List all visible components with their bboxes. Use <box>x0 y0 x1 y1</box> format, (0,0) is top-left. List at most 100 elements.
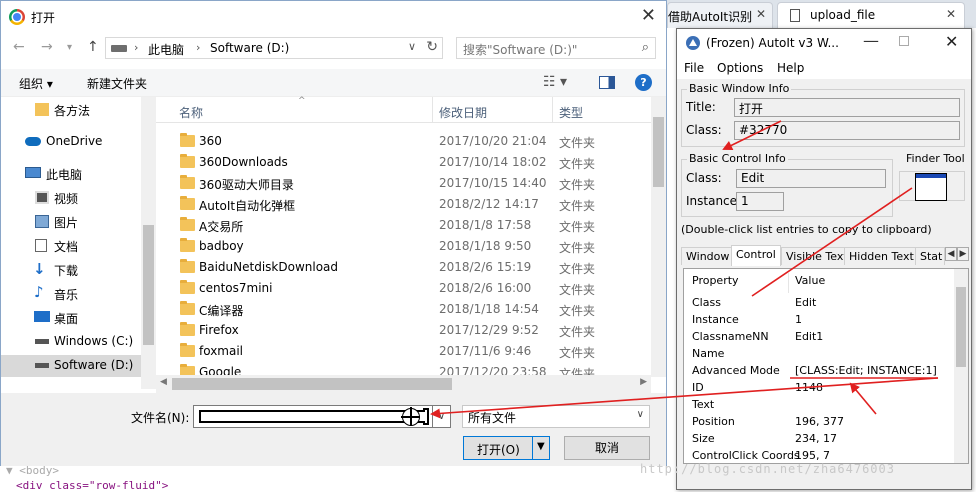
browser-tab-upload-file[interactable]: upload_file ✕ <box>777 2 965 28</box>
close-icon[interactable]: ✕ <box>756 7 766 21</box>
nav-item-this-pc[interactable]: 此电脑 <box>1 163 141 185</box>
tab-status[interactable]: Stat <box>915 247 945 265</box>
nav-item-desktop[interactable]: 桌面 <box>1 307 141 329</box>
preview-pane-icon[interactable] <box>599 76 615 89</box>
search-input[interactable]: 搜索"Software (D:)" ⌕ <box>456 37 656 59</box>
list-item[interactable]: Name <box>684 346 954 363</box>
control-instance-field[interactable]: 1 <box>736 192 784 211</box>
file-row[interactable]: A交易所 2018/1/8 17:58 文件夹 <box>156 215 651 236</box>
tab-hidden-text[interactable]: Hidden Text <box>844 247 919 265</box>
forward-arrow-icon[interactable]: → <box>41 39 53 55</box>
scrollbar-thumb[interactable] <box>172 378 452 390</box>
dialog-title-bar[interactable]: 打开 ✕ <box>1 1 666 33</box>
column-header-date[interactable]: 修改日期 <box>439 104 487 121</box>
back-arrow-icon[interactable]: ← <box>13 39 25 55</box>
tab-scroll-arrows[interactable]: ◀ ▶ <box>945 247 971 261</box>
close-icon[interactable]: ✕ <box>641 5 656 26</box>
cancel-button[interactable]: 取消 <box>564 436 650 460</box>
minimize-icon[interactable]: — <box>863 31 879 50</box>
chevron-right-icon[interactable]: › <box>134 41 138 54</box>
scroll-right-icon[interactable]: ▶ <box>957 247 969 261</box>
nav-item-videos[interactable]: 视频 <box>1 187 141 209</box>
scroll-left-icon[interactable]: ◀ <box>160 377 167 387</box>
file-row[interactable]: 360Downloads 2017/10/14 18:02 文件夹 <box>156 152 651 173</box>
list-item[interactable]: ClassnameNN Edit1 <box>684 329 954 346</box>
nav-item-music[interactable]: ♪ 音乐 <box>1 283 141 305</box>
organize-button[interactable]: 组织 ▾ <box>19 75 53 92</box>
window-title-field[interactable]: 打开 <box>734 98 960 117</box>
file-row[interactable]: 360驱动大师目录 2017/10/15 14:40 文件夹 <box>156 173 651 194</box>
file-name: centos7mini <box>199 281 273 295</box>
property-name: Instance <box>692 313 739 326</box>
filetype-select[interactable]: 所有文件 ∨ <box>462 405 650 428</box>
property-list-scrollbar[interactable] <box>954 269 968 463</box>
browser-tab-autoit[interactable]: 借助AutoIt识别 ✕ <box>667 2 773 28</box>
file-row[interactable]: BaiduNetdiskDownload 2018/2/6 15:19 文件夹 <box>156 257 651 278</box>
address-bar[interactable]: › 此电脑 › Software (D:) ∨ ↻ <box>105 37 443 59</box>
file-row[interactable]: AutoIt自动化弹框 2018/2/12 14:17 文件夹 <box>156 194 651 215</box>
window-class-field[interactable]: #32770 <box>734 121 960 140</box>
column-header-type[interactable]: 类型 <box>559 104 583 121</box>
list-item[interactable]: Advanced Mode [CLASS:Edit; INSTANCE:1] <box>684 363 954 380</box>
scroll-left-icon[interactable]: ◀ <box>945 247 957 261</box>
breadcrumb-this-pc[interactable]: 此电脑 <box>148 41 184 58</box>
file-row[interactable]: foxmail 2017/11/6 9:46 文件夹 <box>156 341 651 362</box>
chevron-right-icon[interactable]: › <box>196 41 200 54</box>
tab-visible-text[interactable]: Visible Text <box>781 247 853 265</box>
autoit-title-bar[interactable]: (Frozen) AutoIt v3 W... — ✕ <box>677 29 971 59</box>
menu-options[interactable]: Options <box>717 61 763 75</box>
breadcrumb-software-d[interactable]: Software (D:) <box>210 41 289 55</box>
column-divider[interactable] <box>432 97 433 123</box>
control-class-field[interactable]: Edit <box>736 169 886 188</box>
list-item[interactable]: Size 234, 17 <box>684 431 954 448</box>
close-icon[interactable]: ✕ <box>946 7 956 21</box>
close-icon[interactable]: ✕ <box>945 32 958 51</box>
open-button[interactable]: 打开(O) ▼ <box>463 436 550 460</box>
list-item[interactable]: ID 1148 <box>684 380 954 397</box>
list-item[interactable]: Text <box>684 397 954 414</box>
chevron-down-icon[interactable]: ∨ <box>433 405 451 428</box>
chevron-down-icon[interactable]: ∨ <box>408 40 416 53</box>
file-row[interactable]: C编译器 2018/1/18 14:54 文件夹 <box>156 299 651 320</box>
scrollbar-thumb[interactable] <box>653 117 664 187</box>
scroll-right-icon[interactable]: ▶ <box>640 377 647 387</box>
column-divider[interactable] <box>552 97 553 123</box>
file-list-vertical-scrollbar[interactable] <box>651 97 666 377</box>
tab-control[interactable]: Control <box>731 245 781 266</box>
header-value[interactable]: Value <box>795 274 825 287</box>
scrollbar-thumb[interactable] <box>956 287 966 367</box>
column-header-name[interactable]: 名称 <box>179 104 203 121</box>
tab-window[interactable]: Window <box>681 247 735 265</box>
refresh-icon[interactable]: ↻ <box>426 39 438 55</box>
file-list-horizontal-scrollbar[interactable]: ◀ ▶ <box>156 375 651 393</box>
filename-input[interactable] <box>193 405 433 428</box>
menu-file[interactable]: File <box>684 61 704 75</box>
view-options-icon[interactable]: ☷ ▾ <box>543 74 567 90</box>
nav-item-windows-c[interactable]: Windows (C:) <box>1 331 141 353</box>
nav-item-onedrive[interactable]: OneDrive <box>1 131 141 153</box>
list-item[interactable]: Instance 1 <box>684 312 954 329</box>
file-row[interactable]: Firefox 2017/12/29 9:52 文件夹 <box>156 320 651 341</box>
scrollbar-thumb[interactable] <box>143 225 154 345</box>
nav-pane-scrollbar[interactable] <box>141 97 156 389</box>
chevron-down-icon[interactable]: ▾ <box>67 42 72 53</box>
caret-down-icon[interactable]: ▼ <box>537 441 545 452</box>
file-row[interactable]: centos7mini 2018/2/6 16:00 文件夹 <box>156 278 651 299</box>
file-row[interactable]: 360 2017/10/20 21:04 文件夹 <box>156 131 651 152</box>
maximize-icon[interactable] <box>899 36 909 46</box>
header-property[interactable]: Property <box>692 274 739 287</box>
nav-item-software-d[interactable]: Software (D:) <box>1 355 141 377</box>
nav-item-pictures[interactable]: 图片 <box>1 211 141 233</box>
nav-item-downloads[interactable]: ↓ 下载 <box>1 259 141 281</box>
help-icon[interactable]: ? <box>635 74 652 91</box>
list-item[interactable]: Class Edit <box>684 295 954 312</box>
nav-item-folder[interactable]: 各方法 <box>1 99 141 121</box>
file-row[interactable]: badboy 2018/1/18 9:50 文件夹 <box>156 236 651 257</box>
nav-item-documents[interactable]: 文档 <box>1 235 141 257</box>
new-folder-button[interactable]: 新建文件夹 <box>87 75 147 92</box>
column-divider[interactable] <box>788 273 789 293</box>
up-arrow-icon[interactable]: ↑ <box>87 39 99 55</box>
menu-help[interactable]: Help <box>777 61 804 75</box>
finder-tool-icon[interactable] <box>915 173 947 201</box>
list-item[interactable]: Position 196, 377 <box>684 414 954 431</box>
